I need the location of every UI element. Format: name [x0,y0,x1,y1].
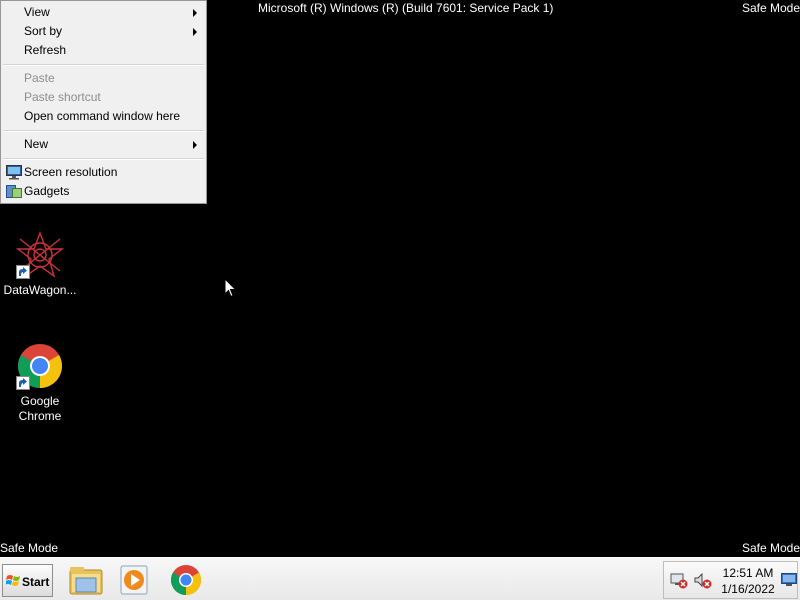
chrome-icon [16,342,64,390]
submenu-arrow-icon [193,28,197,36]
menu-item-paste-label: Paste [24,71,55,85]
desktop-icon-label: Google Chrome [18,394,62,423]
clock-date: 1/16/2022 [721,582,775,596]
menu-item-screen-resolution[interactable]: Screen resolution [2,163,205,182]
shortcut-arrow-icon [16,265,30,279]
start-button[interactable]: Start [2,564,53,597]
notification-area: 12:51 AM 1/16/2022 [663,561,798,599]
menu-separator [3,130,204,132]
menu-item-paste-shortcut-label: Paste shortcut [24,90,101,104]
windows-flag-icon [6,575,20,586]
menu-item-screen-resolution-label: Screen resolution [24,165,118,179]
desktop-context-menu: View Sort by Refresh Paste Paste shortcu… [0,0,207,204]
network-error-icon[interactable] [670,573,688,589]
submenu-arrow-icon [193,141,197,149]
desktop-icon-label: DataWagon... [3,283,77,297]
safe-mode-title: Microsoft (R) Windows (R) (Build 7601: S… [258,1,554,15]
menu-item-new[interactable]: New [2,135,205,154]
menu-separator [3,158,204,160]
menu-item-new-label: New [24,137,49,151]
show-desktop-icon[interactable] [781,573,797,587]
datawagon-icon [15,231,65,279]
chrome-icon[interactable] [168,562,204,598]
safe-mode-label-bottom-left: Safe Mode [0,541,59,555]
submenu-arrow-icon [193,9,197,17]
desktop-icon-datawagon[interactable]: DataWagon... [1,231,79,298]
menu-item-refresh-label: Refresh [24,43,67,57]
safe-mode-label-bottom-right: Safe Mode [741,541,800,555]
taskbar: Start 12:51 AM 1/16/2022 [0,557,800,600]
system-clock[interactable]: 12:51 AM 1/16/2022 [717,565,779,597]
menu-item-view[interactable]: View [2,3,205,22]
menu-item-paste-shortcut[interactable]: Paste shortcut [2,88,205,107]
volume-muted-icon[interactable] [694,573,712,589]
menu-separator [3,64,204,66]
menu-item-open-command-window-label: Open command window here [24,109,181,123]
menu-item-paste[interactable]: Paste [2,69,205,88]
menu-item-gadgets[interactable]: Gadgets [2,182,205,201]
safe-mode-label-top-right: Safe Mode [741,1,800,15]
menu-item-view-label: View [24,5,50,19]
clock-time: 12:51 AM [722,566,774,580]
menu-item-refresh[interactable]: Refresh [2,41,205,60]
desktop-icon-google-chrome[interactable]: Google Chrome [1,342,79,424]
mouse-cursor-icon [224,278,237,298]
monitor-icon [6,165,22,180]
media-player-icon[interactable] [117,562,153,598]
menu-item-open-command-window[interactable]: Open command window here [2,107,205,126]
menu-item-gadgets-label: Gadgets [24,184,70,198]
start-button-label: Start [22,575,50,589]
explorer-icon[interactable] [68,562,104,598]
shortcut-arrow-icon [16,376,30,390]
gadgets-icon [6,185,22,198]
menu-item-sort-by[interactable]: Sort by [2,22,205,41]
menu-item-sort-by-label: Sort by [24,24,63,38]
